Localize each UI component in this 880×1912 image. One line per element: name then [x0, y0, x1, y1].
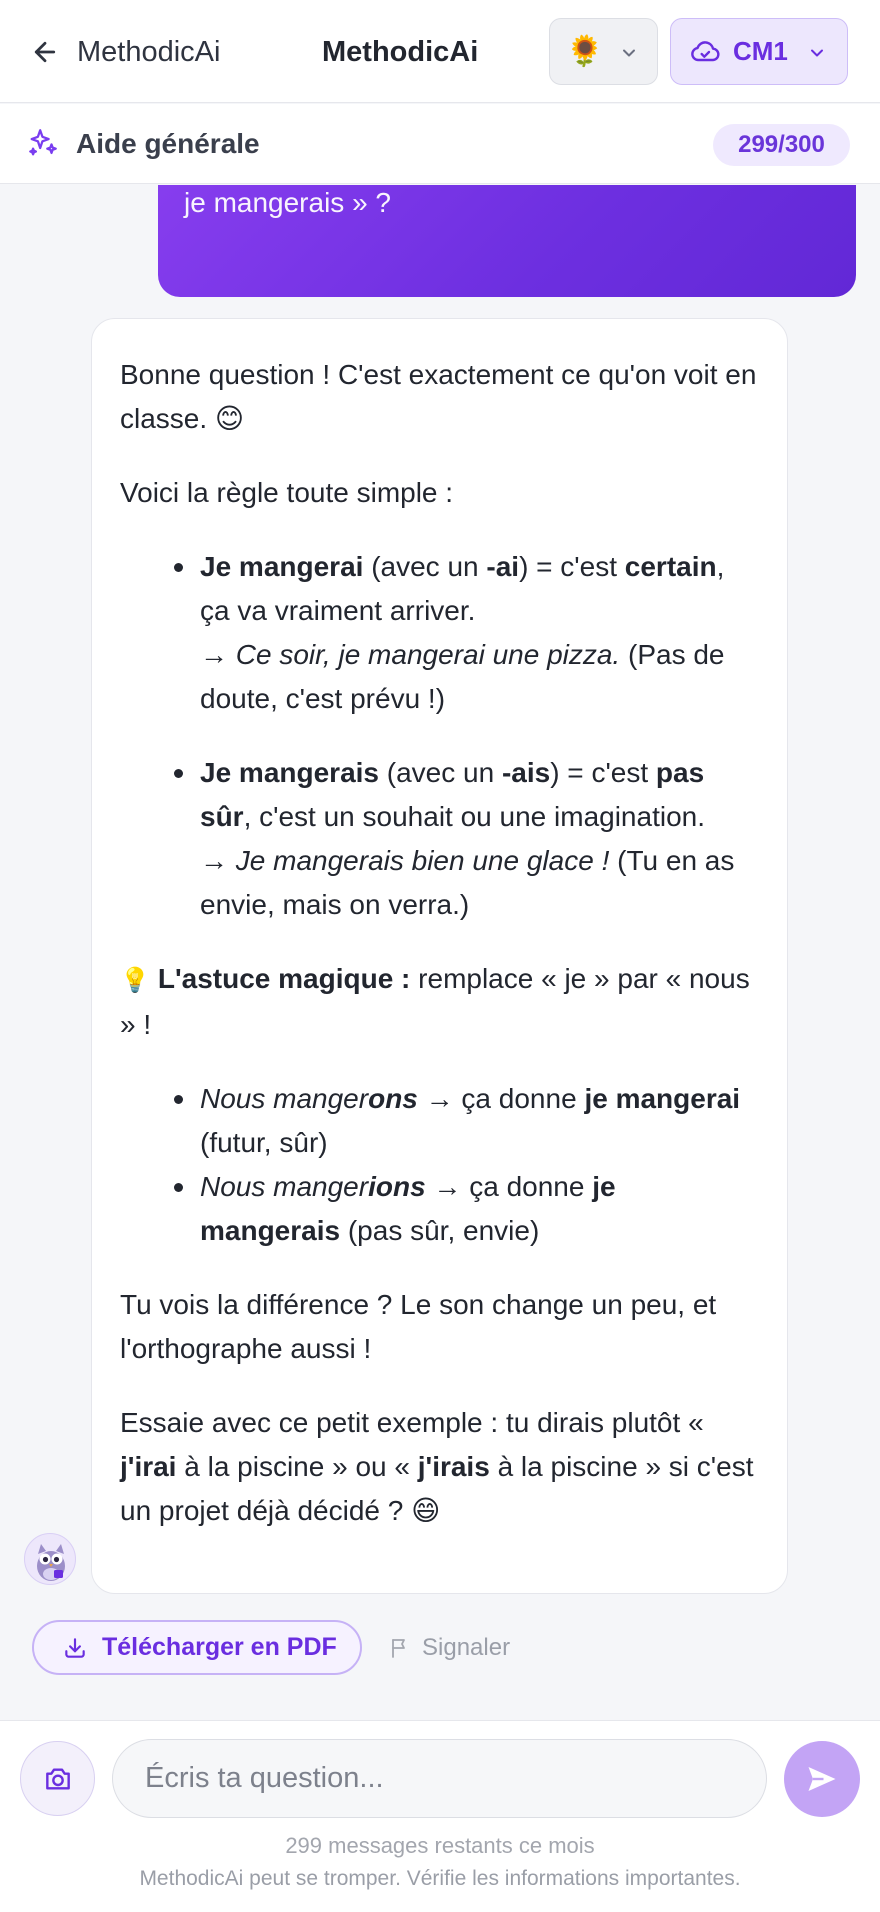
- sparkles-icon: [29, 129, 57, 156]
- download-icon: [65, 1637, 85, 1658]
- camera-button[interactable]: [20, 1741, 95, 1816]
- rule-list: Je mangerai (avec un -ai) = c'est certai…: [174, 545, 759, 927]
- chat-thread[interactable]: je mangerais » ? Bonne question ! C'est …: [0, 185, 880, 1720]
- user-message-text: je mangerais » ?: [184, 187, 392, 218]
- mood-select[interactable]: 🌻: [549, 18, 658, 85]
- page-title: MethodicAi: [322, 36, 479, 68]
- list-item: Nous mangerions → ça donne je mangerais …: [174, 1165, 759, 1253]
- tip-list: Nous mangerons → ça donne je mangerai (f…: [174, 1077, 759, 1253]
- cloud-check-icon: [691, 40, 720, 61]
- send-button[interactable]: [784, 1741, 860, 1817]
- flag-icon: [392, 1638, 405, 1658]
- top-bar: MethodicAi MethodicAi 🌻 CM1: [0, 0, 880, 103]
- message-actions: Télécharger en PDF Signaler: [0, 1620, 880, 1676]
- tip-paragraph: 💡 L'astuce magique : remplace « je » par …: [120, 963, 750, 1040]
- owl-mascot-icon: [37, 1544, 65, 1581]
- remaining-messages: 299 messages restants ce mois: [285, 1833, 595, 1858]
- user-message-bubble: je mangerais » ?: [158, 185, 856, 297]
- assistant-avatar: [24, 1533, 76, 1585]
- question-input[interactable]: [112, 1739, 767, 1818]
- composer: 299 messages restants ce mois MethodicAi…: [0, 1720, 880, 1912]
- camera-icon: [45, 1767, 70, 1790]
- report-label: Signaler: [422, 1633, 511, 1661]
- arrow-left-icon: [34, 41, 56, 63]
- intro-text: Bonne question ! C'est exactement ce qu'…: [120, 359, 757, 434]
- disclaimer-text: MethodicAi peut se tromper. Vérifie les …: [139, 1867, 741, 1890]
- class-select[interactable]: CM1: [670, 18, 848, 85]
- back-label[interactable]: MethodicAi: [77, 28, 220, 76]
- assistant-message-bubble: Bonne question ! C'est exactement ce qu'…: [91, 318, 788, 1594]
- mood-emoji: 🌻: [566, 34, 604, 68]
- list-item: Je mangerai (avec un -ai) = c'est certai…: [174, 545, 759, 721]
- mode-bar: Aide générale 299/300: [0, 104, 880, 184]
- difference-text: Tu vois la différence ? Le son change un…: [120, 1289, 717, 1364]
- back-button[interactable]: [30, 28, 68, 76]
- mode-label: Aide générale: [76, 128, 260, 159]
- class-label: CM1: [733, 36, 788, 66]
- download-pdf-button[interactable]: Télécharger en PDF: [32, 1620, 362, 1675]
- list-item: Nous mangerons → ça donne je mangerai (f…: [174, 1077, 759, 1165]
- lightbulb-icon: 💡: [120, 967, 150, 994]
- chevron-down-icon: [623, 49, 635, 57]
- rule-intro: Voici la règle toute simple :: [120, 477, 454, 508]
- send-icon: [808, 1767, 836, 1791]
- chevron-down-icon: [811, 49, 823, 57]
- download-pdf-label: Télécharger en PDF: [102, 1633, 337, 1661]
- quota-badge: 299/300: [713, 124, 850, 166]
- list-item: Je mangerais (avec un -ais) = c'est pas …: [174, 751, 759, 927]
- exercise-text: Essaie avec ce petit exemple : tu dirais…: [120, 1407, 754, 1526]
- report-button[interactable]: Signaler: [388, 1620, 510, 1675]
